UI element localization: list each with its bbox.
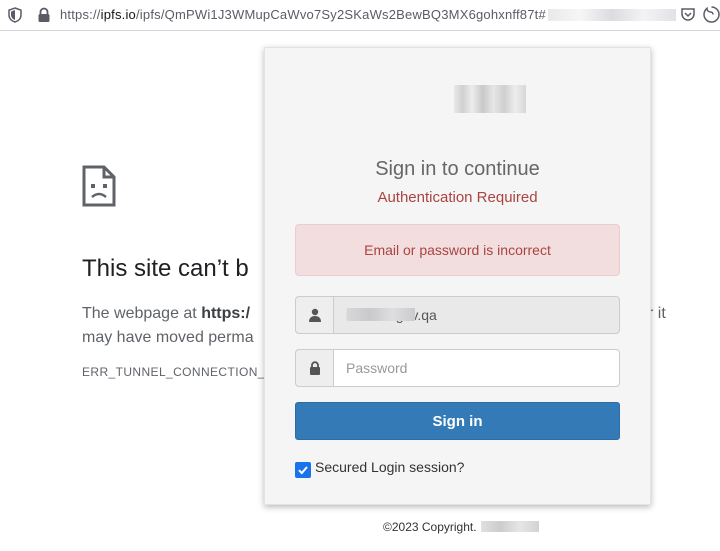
footer-copyright: ©2023 Copyright. bbox=[383, 520, 539, 534]
email-wrap bbox=[333, 296, 620, 334]
copyright-text: ©2023 Copyright. bbox=[383, 520, 477, 534]
auth-required-text: Authentication Required bbox=[377, 189, 538, 206]
error-body-prefix: The webpage at bbox=[82, 305, 202, 322]
sad-document-icon bbox=[82, 165, 116, 207]
pocket-icon[interactable] bbox=[680, 7, 696, 23]
secured-session-option[interactable]: Secured Login session? bbox=[295, 456, 464, 478]
url-scheme: https:// bbox=[60, 7, 101, 22]
error-alert: Email or password is incorrect bbox=[295, 224, 620, 276]
secured-session-checkbox[interactable] bbox=[295, 462, 311, 478]
error-code: ERR_TUNNEL_CONNECTION_FA bbox=[82, 365, 281, 379]
redacted-company-name bbox=[480, 521, 539, 532]
shield-icon[interactable] bbox=[8, 7, 22, 23]
secured-session-label: Secured Login session? bbox=[315, 459, 465, 475]
browser-url-bar: https://ipfs.io/ipfs/QmPWi1J3WMupCaWvo7S… bbox=[0, 0, 720, 31]
padlock-icon bbox=[309, 361, 320, 375]
email-field[interactable] bbox=[333, 296, 620, 334]
lock-icon[interactable] bbox=[37, 7, 51, 23]
check-icon bbox=[298, 466, 308, 475]
sign-in-button[interactable]: Sign in bbox=[295, 402, 620, 440]
user-icon-addon bbox=[295, 296, 333, 334]
url-host: ipfs.io bbox=[100, 7, 136, 22]
password-field[interactable] bbox=[333, 349, 620, 387]
email-input-group bbox=[295, 296, 620, 334]
user-icon bbox=[308, 308, 321, 322]
lock-icon-addon bbox=[295, 349, 333, 387]
brand-logo bbox=[454, 85, 526, 113]
error-body-url: https:/ bbox=[201, 305, 251, 322]
password-input-group bbox=[295, 349, 620, 387]
error-title: This site can’t b bbox=[82, 255, 249, 282]
url-text[interactable]: https://ipfs.io/ipfs/QmPWi1J3WMupCaWvo7S… bbox=[60, 7, 546, 22]
login-heading: Sign in to continue bbox=[375, 158, 540, 180]
url-path: /ipfs/QmPWi1J3WMupCaWvo7Sy2SKaWs2BewBQ3M… bbox=[136, 7, 546, 22]
login-card: Sign in to continue Authentication Requi… bbox=[264, 47, 651, 505]
redacted-url-fragment bbox=[548, 9, 676, 21]
menu-icon[interactable] bbox=[703, 6, 720, 24]
